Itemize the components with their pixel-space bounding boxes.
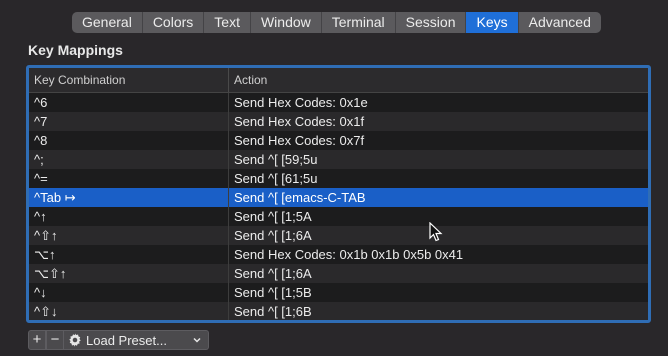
action-cell: Send ^[ [1;5B <box>234 285 312 300</box>
tab-advanced[interactable]: Advanced <box>519 12 601 33</box>
key-combination-cell: ^⇧↑ <box>29 226 229 245</box>
tab-general[interactable]: General <box>72 12 143 33</box>
key-combination-cell: ^7 <box>29 112 229 131</box>
table-row[interactable]: ^7 Send Hex Codes: 0x1f <box>29 112 648 131</box>
gear-icon <box>69 333 81 347</box>
tab-session[interactable]: Session <box>396 12 467 33</box>
add-mapping-button[interactable]: + <box>28 330 46 350</box>
action-cell: Send ^[ [59;5u <box>234 152 318 167</box>
action-cell: Send ^[ [1;6B <box>234 304 312 319</box>
key-combination-cell: ^; <box>29 150 229 169</box>
column-header-action[interactable]: Action <box>229 68 648 92</box>
table-row[interactable]: ^8 Send Hex Codes: 0x7f <box>29 131 648 150</box>
column-header-key-combination[interactable]: Key Combination <box>29 68 229 92</box>
table-row[interactable]: ^= Send ^[ [61;5u <box>29 169 648 188</box>
key-combination-cell: ^⇧↓ <box>29 302 229 320</box>
remove-mapping-button[interactable]: − <box>46 330 64 350</box>
table-row[interactable]: ⌥⇧↑ Send ^[ [1;6A <box>29 264 648 283</box>
preferences-tab-bar: General Colors Text Window Terminal Session Ke… <box>72 12 601 33</box>
action-cell: Send ^[ [61;5u <box>234 171 318 186</box>
mouse-pointer-icon <box>429 222 443 242</box>
table-row[interactable]: ^; Send ^[ [59;5u <box>29 150 648 169</box>
table-body: ^6 Send Hex Codes: 0x1e ^7 Send Hex Codes: … <box>29 93 648 320</box>
section-title: Key Mappings <box>28 42 123 58</box>
bottom-toolbar: + − Load Preset... <box>28 330 209 350</box>
table-row[interactable]: ^Tab ↦ Send ^[ [emacs-C-TAB <box>29 188 648 207</box>
tab-keys[interactable]: Keys <box>466 12 519 33</box>
chevron-down-icon <box>193 337 201 343</box>
action-cell: Send Hex Codes: 0x7f <box>234 133 365 148</box>
load-preset-popup-button[interactable]: Load Preset... <box>64 330 209 350</box>
action-cell: Send ^[ [1;6A <box>234 266 312 281</box>
load-preset-label: Load Preset... <box>86 332 167 348</box>
action-cell: Send Hex Codes: 0x1b 0x1b 0x5b 0x41 <box>234 247 464 262</box>
action-cell: Send ^[ [emacs-C-TAB <box>234 190 366 205</box>
table-row[interactable]: ⌥↑ Send Hex Codes: 0x1b 0x1b 0x5b 0x41 <box>29 245 648 264</box>
action-cell: Send Hex Codes: 0x1e <box>234 95 368 110</box>
tab-colors[interactable]: Colors <box>143 12 205 33</box>
table-row[interactable]: ^⇧↓ Send ^[ [1;6B <box>29 302 648 320</box>
tab-window[interactable]: Window <box>251 12 322 33</box>
tab-terminal[interactable]: Terminal <box>322 12 396 33</box>
action-cell: Send Hex Codes: 0x1f <box>234 114 365 129</box>
table-row[interactable]: ^6 Send Hex Codes: 0x1e <box>29 93 648 112</box>
key-combination-cell: ^6 <box>29 93 229 112</box>
key-combination-cell: ^↓ <box>29 283 229 302</box>
key-combination-cell: ⌥↑ <box>29 245 229 264</box>
key-combination-cell: ^8 <box>29 131 229 150</box>
table-row[interactable]: ^⇧↑ Send ^[ [1;6A <box>29 226 648 245</box>
key-combination-cell: ^= <box>29 169 229 188</box>
tab-text[interactable]: Text <box>204 12 251 33</box>
key-combination-cell: ⌥⇧↑ <box>29 264 229 283</box>
table-row[interactable]: ^↓ Send ^[ [1;5B <box>29 283 648 302</box>
key-combination-cell: ^Tab ↦ <box>29 188 229 207</box>
table-header: Key Combination Action <box>29 68 648 93</box>
key-mappings-table: Key Combination Action ^6 Send Hex Codes:… <box>26 65 651 323</box>
key-combination-cell: ^↑ <box>29 207 229 226</box>
table-row[interactable]: ^↑ Send ^[ [1;5A <box>29 207 648 226</box>
